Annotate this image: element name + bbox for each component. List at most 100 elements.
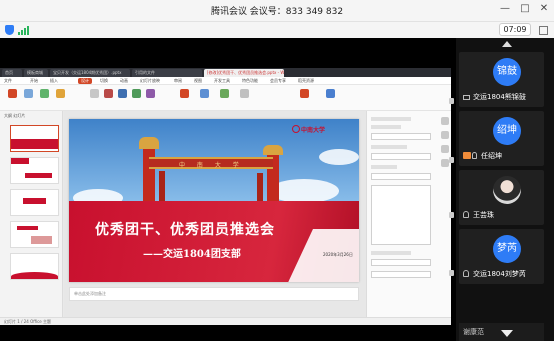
screen-share-icon <box>463 95 470 100</box>
camera-icon <box>449 270 454 276</box>
theme-icon[interactable] <box>8 89 17 98</box>
pane-field[interactable] <box>371 259 431 266</box>
slide-thumb[interactable] <box>10 253 59 280</box>
menu-item[interactable]: 视图 <box>194 78 202 84</box>
status-bar: 07:09 <box>0 22 554 38</box>
meeting-title: 腾讯会议 会议号：833 349 832 <box>210 7 344 17</box>
scroll-up-icon[interactable] <box>502 41 512 47</box>
camera-icon <box>449 212 454 218</box>
pane-field[interactable] <box>371 153 431 160</box>
wps-tab[interactable]: 模板商城 <box>24 69 48 77</box>
avatar <box>493 176 521 204</box>
slide-headline: 优秀团干、优秀团员推选会 <box>95 222 275 238</box>
pane-field[interactable] <box>371 133 431 140</box>
shared-screen: 首页 模板商城 宝贝开发（交运1804期优秀团）.pptx 引用的文件 [修改]… <box>0 68 451 325</box>
university-logo-text: 中南大学 <box>301 127 326 134</box>
theme-swatch-icon[interactable] <box>104 89 113 98</box>
wps-tab-active[interactable]: [修改]优秀团干、优秀团员推选会.pptx - WPS <box>204 69 284 77</box>
theme-swatch-icon[interactable] <box>90 89 99 98</box>
avatar: 梦芮 <box>493 235 521 263</box>
present-icon[interactable] <box>326 89 335 98</box>
participant-name: 交运1804熊锦鼓 <box>473 93 526 101</box>
pane-tool-icon[interactable] <box>441 117 449 125</box>
menu-item-design[interactable]: 设计 <box>78 78 92 84</box>
layout-grid-icon[interactable] <box>539 26 548 35</box>
participant-name: 任绍坤 <box>481 152 502 160</box>
color-icon[interactable] <box>40 89 49 98</box>
wps-tab[interactable]: 宝贝开发（交运1804期优秀团）.pptx <box>50 69 130 77</box>
slide-thumb[interactable] <box>10 189 59 216</box>
task-pane <box>366 111 451 317</box>
participant-name: 交运1804刘梦芮 <box>473 270 526 278</box>
template-icon[interactable] <box>24 89 33 98</box>
slide-canvas-area: 中 南 大 学 中南大学 优秀团干、优秀团员推选会 ——交运1804团支部 20… <box>64 111 366 317</box>
slide-size-icon[interactable] <box>200 89 209 98</box>
signal-icon[interactable] <box>18 25 30 35</box>
arch-inscription: 中 南 大 学 <box>179 162 244 169</box>
title-bar: 腾讯会议 会议号：833 349 832 — □ ✕ <box>0 0 554 22</box>
wps-tab[interactable]: 首页 <box>2 69 22 77</box>
mic-icon <box>463 211 469 218</box>
menu-item[interactable]: 会员专享 <box>270 78 286 84</box>
slide-date: 2020年3月26日 <box>323 252 353 257</box>
theme-swatch-icon[interactable] <box>132 89 141 98</box>
slide-subline: ——交运1804团支部 <box>143 249 241 260</box>
participant-name: 王芸珠 <box>473 211 494 219</box>
wps-status-bar: 幻灯片 1 / 24 Office 主题 <box>0 317 451 325</box>
pane-field[interactable] <box>371 271 431 278</box>
pane-list[interactable] <box>371 185 431 245</box>
mic-icon <box>463 270 469 277</box>
mic-icon <box>472 152 477 159</box>
current-slide[interactable]: 中 南 大 学 中南大学 优秀团干、优秀团员推选会 ——交运1804团支部 20… <box>69 119 359 282</box>
wps-menu-bar: 文件 开始 插入 设计 切换 动画 幻灯片放映 审阅 视图 开发工具 特色功能 … <box>0 77 451 85</box>
participant-tile[interactable]: 王芸珠 <box>459 170 544 225</box>
menu-item[interactable]: 幻灯片放映 <box>140 78 160 84</box>
meeting-timer: 07:09 <box>499 23 531 36</box>
editor-area: 大纲 幻灯片 中 南 大 学 中南大学 优秀团干、优秀团员推选会 ——交运180… <box>0 111 451 317</box>
menu-item[interactable]: 开始 <box>30 78 38 84</box>
participant-tile[interactable]: 梦芮 交运1804刘梦芮 <box>459 229 544 284</box>
participant-name: 谢康范 <box>463 328 484 336</box>
menu-item[interactable]: 特色功能 <box>242 78 258 84</box>
minimize-button[interactable]: — <box>498 3 512 14</box>
pane-tool-icon[interactable] <box>441 145 449 153</box>
avatar: 绍坤 <box>493 117 521 145</box>
settings-icon[interactable] <box>240 89 249 98</box>
wps-tab[interactable]: 引用的文件 <box>132 69 202 77</box>
design-icon[interactable] <box>300 89 309 98</box>
camera-icon <box>449 98 454 104</box>
menu-item[interactable]: 切换 <box>100 78 108 84</box>
university-logo-icon <box>292 125 300 133</box>
camera-icon <box>449 157 454 163</box>
participant-tile[interactable]: 锦鼓 交运1804熊锦鼓 <box>459 52 544 107</box>
menu-item[interactable]: 开发工具 <box>214 78 230 84</box>
close-button[interactable]: ✕ <box>537 3 551 14</box>
wps-ribbon <box>0 85 451 111</box>
layout-icon[interactable] <box>220 89 229 98</box>
theme-swatch-icon[interactable] <box>118 89 127 98</box>
maximize-button[interactable]: □ <box>518 3 532 14</box>
participant-tile[interactable]: 绍坤 任绍坤 <box>459 111 544 166</box>
slide-thumb[interactable] <box>10 157 59 184</box>
thumb-header: 大纲 幻灯片 <box>4 113 26 118</box>
pane-tool-icon[interactable] <box>441 131 449 139</box>
slide-thumbnails: 大纲 幻灯片 <box>0 111 63 317</box>
background-icon[interactable] <box>180 89 189 98</box>
shield-icon[interactable] <box>5 25 14 35</box>
host-icon <box>463 152 471 159</box>
pane-tool-icon[interactable] <box>441 159 449 167</box>
slide-thumb[interactable] <box>10 125 59 152</box>
slide-thumb[interactable] <box>10 221 59 248</box>
font-icon[interactable] <box>56 89 65 98</box>
pane-field[interactable] <box>371 173 431 180</box>
menu-item[interactable]: 动画 <box>120 78 128 84</box>
scroll-down-icon[interactable] <box>501 330 513 337</box>
menu-item[interactable]: 文件 <box>4 78 12 84</box>
menu-item[interactable]: 插入 <box>50 78 58 84</box>
avatar: 锦鼓 <box>493 58 521 86</box>
notes-field[interactable]: 单击此处添加备注 <box>69 287 359 301</box>
menu-item[interactable]: 稻壳资源 <box>298 78 314 84</box>
wps-tab-bar: 首页 模板商城 宝贝开发（交运1804期优秀团）.pptx 引用的文件 [修改]… <box>0 68 451 77</box>
menu-item[interactable]: 审阅 <box>174 78 182 84</box>
theme-swatch-icon[interactable] <box>146 89 155 98</box>
